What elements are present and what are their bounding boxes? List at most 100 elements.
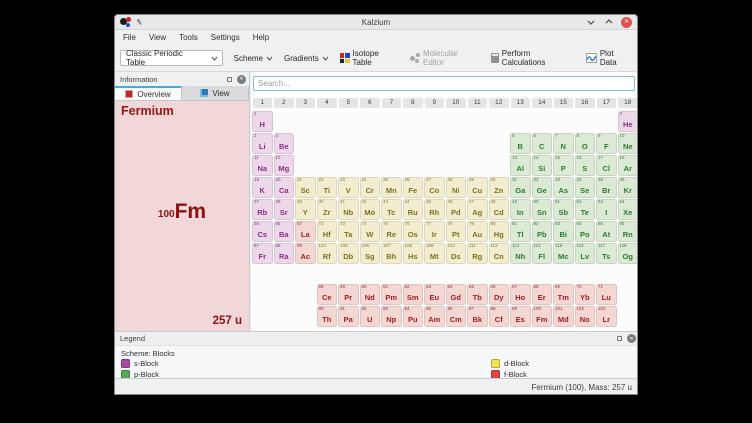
element-He[interactable]: 2He xyxy=(618,111,639,132)
search-input[interactable] xyxy=(253,76,635,91)
element-Se[interactable]: 34Se xyxy=(575,177,596,198)
element-B[interactable]: 5B xyxy=(510,133,531,154)
element-Zr[interactable]: 40Zr xyxy=(317,199,338,220)
element-Ca[interactable]: 20Ca xyxy=(274,177,295,198)
perform-calculations-button[interactable]: Perform Calculations xyxy=(491,49,575,67)
titlebar[interactable]: ✎ Kalzium ✕ xyxy=(115,15,637,30)
element-Cl[interactable]: 17Cl xyxy=(596,155,617,176)
tab-overview[interactable]: Overview xyxy=(115,86,182,100)
element-Sm[interactable]: 62Sm xyxy=(403,284,424,305)
element-Mt[interactable]: 109Mt xyxy=(424,243,445,264)
element-Ru[interactable]: 44Ru xyxy=(403,199,424,220)
element-W[interactable]: 74W xyxy=(360,221,381,242)
element-Am[interactable]: 95Am xyxy=(424,306,445,327)
element-Pr[interactable]: 59Pr xyxy=(338,284,359,305)
element-N[interactable]: 7N xyxy=(553,133,574,154)
element-Md[interactable]: 101Md xyxy=(553,306,574,327)
element-Ga[interactable]: 31Ga xyxy=(510,177,531,198)
tab-view[interactable]: View xyxy=(182,86,249,100)
element-Bi[interactable]: 83Bi xyxy=(553,221,574,242)
element-Ti[interactable]: 22Ti xyxy=(317,177,338,198)
element-Fr[interactable]: 87Fr xyxy=(252,243,273,264)
element-Mo[interactable]: 42Mo xyxy=(360,199,381,220)
element-Lr[interactable]: 103Lr xyxy=(596,306,617,327)
element-Be[interactable]: 4Be xyxy=(274,133,295,154)
element-Ra[interactable]: 88Ra xyxy=(274,243,295,264)
element-Ds[interactable]: 110Ds xyxy=(446,243,467,264)
close-panel-button[interactable]: ✕ xyxy=(627,334,636,343)
element-Db[interactable]: 105Db xyxy=(338,243,359,264)
element-Ba[interactable]: 56Ba xyxy=(274,221,295,242)
element-Kr[interactable]: 36Kr xyxy=(618,177,639,198)
scheme-dropdown[interactable]: Scheme xyxy=(234,54,273,63)
element-Rf[interactable]: 104Rf xyxy=(317,243,338,264)
element-Er[interactable]: 68Er xyxy=(532,284,553,305)
element-Si[interactable]: 14Si xyxy=(532,155,553,176)
element-Ir[interactable]: 77Ir xyxy=(424,221,445,242)
element-Nd[interactable]: 60Nd xyxy=(360,284,381,305)
element-Ar[interactable]: 18Ar xyxy=(618,155,639,176)
element-Lv[interactable]: 116Lv xyxy=(575,243,596,264)
element-Re[interactable]: 75Re xyxy=(381,221,402,242)
element-Mc[interactable]: 115Mc xyxy=(553,243,574,264)
element-Ta[interactable]: 73Ta xyxy=(338,221,359,242)
element-Bk[interactable]: 97Bk xyxy=(467,306,488,327)
element-Ac[interactable]: 89Ac xyxy=(295,243,316,264)
element-Pd[interactable]: 46Pd xyxy=(446,199,467,220)
element-C[interactable]: 6C xyxy=(532,133,553,154)
element-Es[interactable]: 99Es xyxy=(510,306,531,327)
element-Zn[interactable]: 30Zn xyxy=(489,177,510,198)
element-Sb[interactable]: 51Sb xyxy=(553,199,574,220)
element-Fm[interactable]: 100Fm xyxy=(532,306,553,327)
element-Pt[interactable]: 78Pt xyxy=(446,221,467,242)
element-Rh[interactable]: 45Rh xyxy=(424,199,445,220)
element-Hs[interactable]: 108Hs xyxy=(403,243,424,264)
element-Po[interactable]: 84Po xyxy=(575,221,596,242)
element-Mg[interactable]: 12Mg xyxy=(274,155,295,176)
element-F[interactable]: 9F xyxy=(596,133,617,154)
element-Gd[interactable]: 64Gd xyxy=(446,284,467,305)
element-Dy[interactable]: 66Dy xyxy=(489,284,510,305)
element-Cm[interactable]: 96Cm xyxy=(446,306,467,327)
element-Mn[interactable]: 25Mn xyxy=(381,177,402,198)
element-Br[interactable]: 35Br xyxy=(596,177,617,198)
element-S[interactable]: 16S xyxy=(575,155,596,176)
element-Pm[interactable]: 61Pm xyxy=(381,284,402,305)
element-Cr[interactable]: 24Cr xyxy=(360,177,381,198)
element-Rg[interactable]: 111Rg xyxy=(467,243,488,264)
maximize-button[interactable] xyxy=(603,17,614,28)
element-At[interactable]: 85At xyxy=(596,221,617,242)
minimize-button[interactable] xyxy=(585,17,596,28)
element-K[interactable]: 19K xyxy=(252,177,273,198)
element-Hf[interactable]: 72Hf xyxy=(317,221,338,242)
element-Ce[interactable]: 58Ce xyxy=(317,284,338,305)
element-Sg[interactable]: 106Sg xyxy=(360,243,381,264)
element-Ne[interactable]: 10Ne xyxy=(618,133,639,154)
element-Pb[interactable]: 82Pb xyxy=(532,221,553,242)
element-Co[interactable]: 27Co xyxy=(424,177,445,198)
element-Ts[interactable]: 117Ts xyxy=(596,243,617,264)
element-Og[interactable]: 118Og xyxy=(618,243,639,264)
element-Ag[interactable]: 47Ag xyxy=(467,199,488,220)
close-panel-button[interactable]: ✕ xyxy=(237,75,246,84)
element-Np[interactable]: 93Np xyxy=(381,306,402,327)
molecular-editor-button[interactable]: Molecular Editor xyxy=(410,49,480,67)
element-Eu[interactable]: 63Eu xyxy=(424,284,445,305)
element-Th[interactable]: 90Th xyxy=(317,306,338,327)
element-Au[interactable]: 79Au xyxy=(467,221,488,242)
element-Te[interactable]: 52Te xyxy=(575,199,596,220)
element-Rb[interactable]: 37Rb xyxy=(252,199,273,220)
element-O[interactable]: 8O xyxy=(575,133,596,154)
element-Sn[interactable]: 50Sn xyxy=(532,199,553,220)
element-Rn[interactable]: 86Rn xyxy=(618,221,639,242)
element-Bh[interactable]: 107Bh xyxy=(381,243,402,264)
element-Tm[interactable]: 69Tm xyxy=(553,284,574,305)
element-Ni[interactable]: 28Ni xyxy=(446,177,467,198)
isotope-table-button[interactable]: Isotope Table xyxy=(340,49,400,67)
element-U[interactable]: 92U xyxy=(360,306,381,327)
element-As[interactable]: 33As xyxy=(553,177,574,198)
element-Sc[interactable]: 21Sc xyxy=(295,177,316,198)
element-La[interactable]: 57La xyxy=(295,221,316,242)
element-Li[interactable]: 3Li xyxy=(252,133,273,154)
element-Na[interactable]: 11Na xyxy=(252,155,273,176)
